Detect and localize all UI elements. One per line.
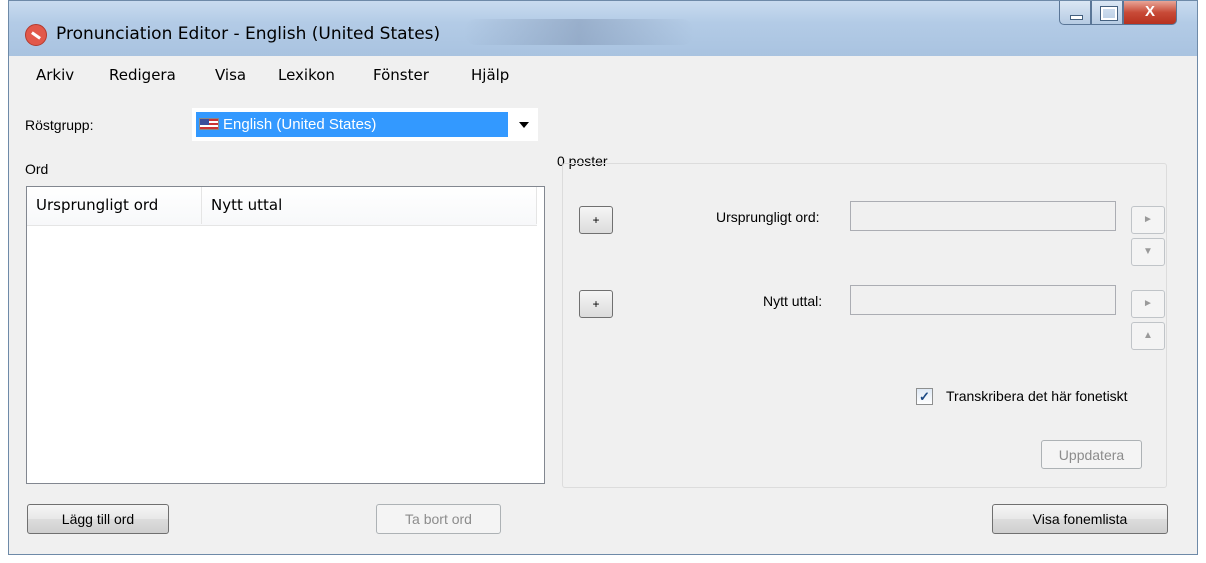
voice-group-select[interactable]: English (United States): [192, 108, 538, 141]
menu-visa[interactable]: Visa: [215, 66, 246, 84]
editor-panel: + Ursprungligt ord: ► ▼ + Nytt uttal: ► …: [562, 163, 1167, 488]
column-original-word[interactable]: Ursprungligt ord: [27, 187, 202, 224]
menu-fonster[interactable]: Fönster: [373, 66, 429, 84]
pronunciation-editor-window: Pronunciation Editor - English (United S…: [8, 0, 1198, 555]
maximize-button[interactable]: [1091, 1, 1123, 25]
voice-group-selected: English (United States): [196, 112, 508, 137]
update-button[interactable]: Uppdatera: [1041, 440, 1142, 469]
title-bar[interactable]: Pronunciation Editor - English (United S…: [9, 1, 1197, 56]
menu-redigera[interactable]: Redigera: [109, 66, 176, 84]
show-phoneme-list-button[interactable]: Visa fonemlista: [992, 504, 1168, 534]
window-title: Pronunciation Editor - English (United S…: [56, 24, 441, 44]
menu-hjalp[interactable]: Hjälp: [471, 66, 509, 84]
move-down-button[interactable]: ▼: [1131, 238, 1165, 266]
menu-bar: Arkiv Redigera Visa Lexikon Fönster Hjäl…: [9, 61, 1197, 91]
add-pronunciation-button[interactable]: +: [579, 290, 613, 318]
play-pronunciation-button[interactable]: ►: [1131, 290, 1165, 318]
original-word-field[interactable]: [850, 201, 1116, 231]
menu-lexikon[interactable]: Lexikon: [278, 66, 335, 84]
menu-arkiv[interactable]: Arkiv: [36, 66, 74, 84]
column-new-pronunciation[interactable]: Nytt uttal: [202, 187, 537, 224]
minimize-button[interactable]: [1059, 1, 1091, 25]
app-icon[interactable]: [25, 24, 47, 46]
transcribe-label: Transkribera det här fonetiskt: [946, 388, 1128, 404]
chevron-down-icon[interactable]: [519, 122, 529, 128]
window-controls: X: [1059, 1, 1177, 27]
voice-group-value: English (United States): [223, 116, 377, 133]
word-list[interactable]: Ursprungligt ord Nytt uttal: [26, 186, 545, 484]
word-list-label: Ord: [25, 161, 49, 177]
move-up-button[interactable]: ▲: [1131, 322, 1165, 350]
transcribe-checkbox[interactable]: ✓: [916, 388, 933, 405]
word-list-header: Ursprungligt ord Nytt uttal: [27, 187, 537, 226]
voice-group-label: Röstgrupp:: [25, 117, 94, 133]
remove-word-button[interactable]: Ta bort ord: [376, 504, 501, 534]
new-pronunciation-label: Nytt uttal:: [763, 293, 823, 309]
close-button[interactable]: X: [1123, 1, 1177, 25]
new-pronunciation-field[interactable]: [850, 285, 1116, 315]
play-original-button[interactable]: ►: [1131, 206, 1165, 234]
add-word-button[interactable]: Lägg till ord: [27, 504, 169, 534]
us-flag-icon: [199, 118, 219, 130]
original-word-label: Ursprungligt ord:: [716, 209, 820, 225]
add-original-word-button[interactable]: +: [579, 206, 613, 234]
title-bar-glow: [464, 19, 694, 45]
